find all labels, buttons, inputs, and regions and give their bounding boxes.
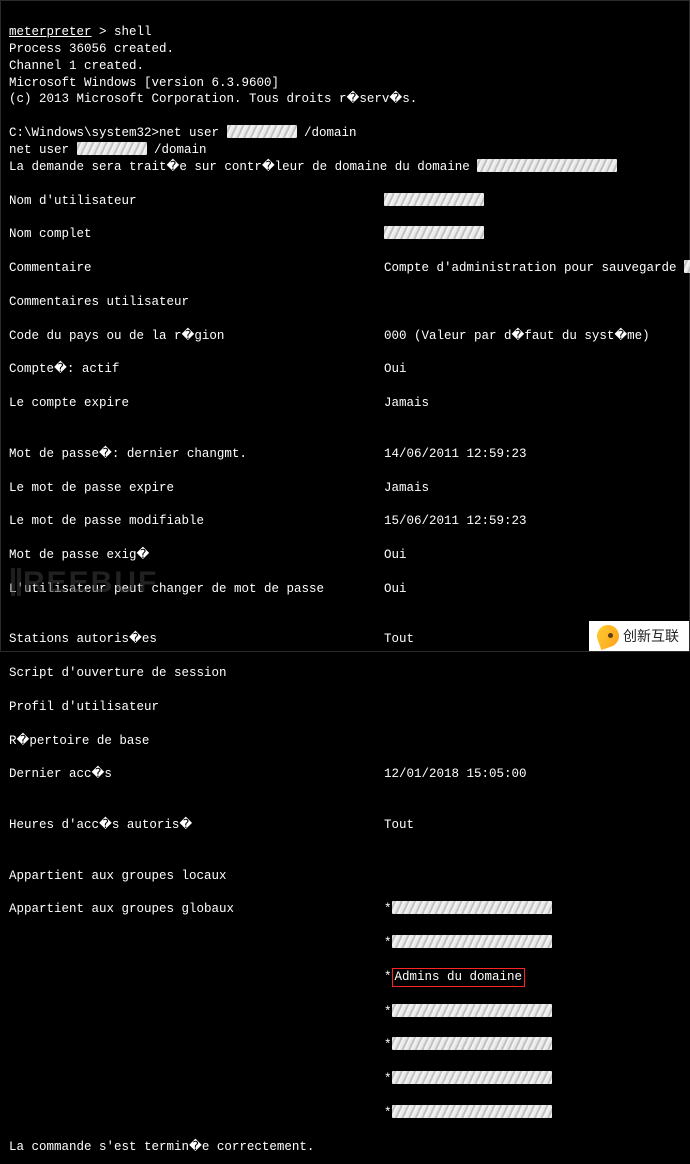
group-star-4: * [384,1005,392,1019]
workstations-label: Stations autoris�es [9,631,384,648]
comment-value: Compte d'administration pour sauvegarde [384,261,684,275]
pwd-lastset-value: 14/06/2011 12:59:23 [384,446,681,463]
meterpreter-prompt[interactable]: meterpreter [9,25,92,39]
redacted-group-4 [392,1004,552,1017]
pwd-lastset-label: Mot de passe�: dernier changmt. [9,446,384,463]
highlighted-admins-du-domaine: Admins du domaine [392,968,526,987]
pwd-changeable-label: Le mot de passe modifiable [9,513,384,530]
brand-icon [597,625,619,647]
redacted-group-7 [392,1105,552,1118]
cmd-netuser-prefix: net user [159,126,227,140]
pwd-required-value: Oui [384,547,681,564]
shell-command: shell [114,25,152,39]
pwd-userchange-label: L'utilisateur peut changer de mot de pas… [9,581,384,598]
account-expires-value: Jamais [384,395,681,412]
forwarded-to-dc-prefix: La demande sera trait�e sur contr�leur d… [9,160,477,174]
prompt-arrow: > [92,25,115,39]
group-star-6: * [384,1072,392,1086]
redacted-username-2 [77,142,147,155]
redacted-group-5 [392,1037,552,1050]
pwd-required-label: Mot de passe exig� [9,547,384,564]
copyright-line: (c) 2013 Microsoft Corporation. Tous dro… [9,92,417,106]
pwd-expires-label: Le mot de passe expire [9,480,384,497]
global-groups-label: Appartient aux groupes globaux [9,901,384,918]
comment-label: Commentaire [9,260,384,277]
account-expires-label: Le compte expire [9,395,384,412]
countrycode-value: 000 (Valeur par d�faut du syst�me) [384,328,681,345]
account-active-label: Compte�: actif [9,361,384,378]
redacted-comment-tail [684,260,690,273]
process-created-line: Process 36056 created. [9,42,174,56]
redacted-group-6 [392,1071,552,1084]
pwd-expires-value: Jamais [384,480,681,497]
pwd-changeable-value: 15/06/2011 12:59:23 [384,513,681,530]
logon-script-label: Script d'ouverture de session [9,665,384,682]
usercomment-label: Commentaires utilisateur [9,294,384,311]
group-star-1: * [384,902,392,916]
group-star-7: * [384,1106,392,1120]
account-active-value: Oui [384,361,681,378]
fullname-label: Nom complet [9,226,384,243]
redacted-username-1 [227,125,297,138]
pwd-userchange-value: Oui [384,581,681,598]
redacted-group-2 [392,935,552,948]
echo-netuser-suffix: /domain [147,143,207,157]
cmd-prompt[interactable]: C:\Windows\system32> [9,126,159,140]
last-logon-label: Dernier acc�s [9,766,384,783]
terminal-output: meterpreter > shell Process 36056 create… [1,1,689,1164]
redacted-group-1 [392,901,552,914]
countrycode-label: Code du pays ou de la r�gion [9,328,384,345]
echo-netuser-prefix: net user [9,143,77,157]
windows-version-line: Microsoft Windows [version 6.3.9600] [9,76,279,90]
user-profile-label: Profil d'utilisateur [9,699,384,716]
redacted-domain [477,159,617,172]
group-star-5: * [384,1038,392,1052]
command-success-line: La commande s'est termin�e correctement. [9,1140,314,1154]
brand-text: 创新互联 [623,627,679,646]
redacted-username-value [384,193,484,206]
home-dir-label: R�pertoire de base [9,733,384,750]
logon-hours-label: Heures d'acc�s autoris� [9,817,384,834]
last-logon-value: 12/01/2018 15:05:00 [384,766,681,783]
username-label: Nom d'utilisateur [9,193,384,210]
local-groups-label: Appartient aux groupes locaux [9,868,384,885]
redacted-fullname-value [384,226,484,239]
brand-badge[interactable]: 创新互联 [589,621,689,651]
group-star-2: * [384,936,392,950]
group-star-3: * [384,970,392,984]
channel-created-line: Channel 1 created. [9,59,144,73]
cmd-netuser-suffix: /domain [297,126,357,140]
logon-hours-value: Tout [384,817,681,834]
